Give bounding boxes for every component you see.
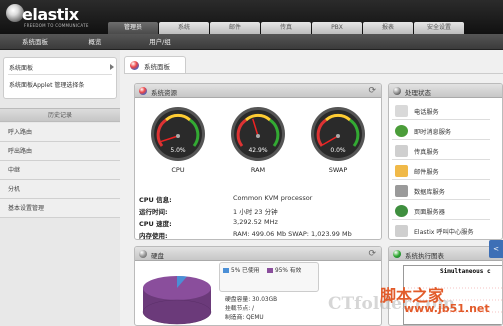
process-status-panel: 处理状态 电话服务 即时消息服务 传真服务 邮件服务 数据库服务 页面服务器 E… xyxy=(388,83,503,240)
panel-header: 硬盘 ⟳ xyxy=(135,247,381,261)
refresh-icon[interactable]: ⟳ xyxy=(368,249,376,259)
service-label: 即时消息服务 xyxy=(414,129,452,136)
ram-value: 42.9% xyxy=(248,147,267,154)
tab-admin[interactable]: 管理员 xyxy=(108,22,158,34)
uptime-key: 运行时间: xyxy=(139,208,168,216)
tab-fax[interactable]: 传真 xyxy=(261,22,311,34)
globe-icon xyxy=(395,205,408,217)
graph-title: Simultaneous c xyxy=(440,268,491,275)
quick-item-basic-settings[interactable]: 基本设置管理 xyxy=(0,199,120,218)
sub-navigation: 系统面板 概览 用户/组 xyxy=(0,34,503,50)
service-label: 传真服务 xyxy=(414,149,439,156)
panel-title: 处理状态 xyxy=(405,89,431,97)
panel-title: 系统执行图表 xyxy=(405,252,444,260)
headset-icon xyxy=(395,225,408,237)
mail-icon xyxy=(395,165,408,177)
subnav-overview[interactable]: 概览 xyxy=(75,34,115,50)
legend-free: 95% 有效 xyxy=(267,265,301,274)
service-im[interactable]: 即时消息服务 xyxy=(392,122,490,140)
cpu-info-key: CPU 信息: xyxy=(139,196,172,204)
subnav-users-groups[interactable]: 用户/组 xyxy=(135,34,185,50)
service-email[interactable]: 邮件服务 xyxy=(392,162,490,180)
database-icon xyxy=(395,185,408,197)
cpu-info-value: Common KVM processor xyxy=(233,194,313,202)
subnav-dashboard[interactable]: 系统面板 xyxy=(10,34,60,50)
page-tab[interactable]: 系统面板 xyxy=(124,56,186,73)
sidebar-item-dashboard[interactable]: 系统面板 xyxy=(9,63,33,72)
swap-label: SWAP xyxy=(328,166,348,174)
disk-usage-chart xyxy=(142,275,212,325)
refresh-icon[interactable]: ⟳ xyxy=(368,86,376,96)
chat-icon xyxy=(395,125,408,137)
quick-item-inbound[interactable]: 呼入路由 xyxy=(0,123,120,142)
tab-security[interactable]: 安全设置 xyxy=(414,22,464,34)
cpu-gauge: 5.0% xyxy=(151,107,205,161)
free-swatch xyxy=(267,268,273,273)
memory-key: 内存使用: xyxy=(139,232,168,240)
swap-value: 0.0% xyxy=(330,147,346,154)
service-web-server[interactable]: 页面服务器 xyxy=(392,202,490,220)
quick-item-extensions[interactable]: 分机 xyxy=(0,180,120,199)
cpu-label: CPU xyxy=(171,166,185,174)
swap-gauge: 0.0% xyxy=(311,107,365,161)
resources-icon xyxy=(139,87,147,95)
panel-title: 硬盘 xyxy=(151,252,164,260)
disk-mount: 挂载节点: / xyxy=(225,306,254,312)
service-label: 电话服务 xyxy=(414,109,439,116)
quick-item-outbound[interactable]: 呼出路由 xyxy=(0,142,120,161)
disk-panel: 硬盘 ⟳ 5% 已使用 95% 有效 硬盘容量: 30.03GB 挂载节点: /… xyxy=(134,246,382,326)
cpu-speed-key: CPU 速度: xyxy=(139,220,172,228)
main-tabs: 管理员 系统 邮件 传真 PBX 报表 安全设置 xyxy=(108,22,465,34)
used-swatch xyxy=(223,268,229,273)
service-label: 数据库服务 xyxy=(414,189,445,196)
side-toggle-button[interactable]: < xyxy=(489,240,503,258)
divider xyxy=(8,74,112,75)
panel-header: 系统执行图表 xyxy=(389,247,502,261)
logo-word: elastix xyxy=(22,5,79,24)
disk-capacity: 硬盘容量: 30.03GB xyxy=(225,297,278,303)
expand-arrow-icon[interactable] xyxy=(110,64,114,70)
panel-title: 系统资源 xyxy=(151,89,177,97)
tab-underline xyxy=(124,73,503,74)
panel-header: 处理状态 xyxy=(389,84,502,98)
dashboard-icon xyxy=(130,61,139,70)
page-tab-label: 系统面板 xyxy=(144,63,170,71)
graph-icon xyxy=(393,250,401,258)
logo-tagline: FREEDOM TO COMMUNICATE xyxy=(24,23,89,28)
disk-manufacturer: 制造商: QEMU xyxy=(225,315,264,321)
system-resources-panel: 系统资源 ⟳ 5.0% CPU 42.9% RAM 0.0% SWAP CPU … xyxy=(134,83,382,240)
uptime-value: 1 小时 23 分钟 xyxy=(233,208,278,216)
elastix-logo[interactable]: elastix FREEDOM TO COMMUNICATE xyxy=(6,3,96,31)
quick-item-trunks[interactable]: 中继 xyxy=(0,161,120,180)
cpu-value: 5.0% xyxy=(170,147,186,154)
legend-used: 5% 已使用 xyxy=(223,265,259,274)
service-fax[interactable]: 传真服务 xyxy=(392,142,490,160)
tab-system[interactable]: 系统 xyxy=(159,22,209,34)
top-bar: elastix FREEDOM TO COMMUNICATE 管理员 系统 邮件… xyxy=(0,0,503,34)
watermark-url: www.jb51.net xyxy=(404,302,490,315)
ram-label: RAM xyxy=(250,166,266,174)
service-database[interactable]: 数据库服务 xyxy=(392,182,490,200)
ram-gauge: 42.9% xyxy=(231,107,285,161)
panel-header: 系统资源 ⟳ xyxy=(135,84,381,98)
service-label: 页面服务器 xyxy=(414,209,445,216)
service-label: Elastix 呼叫中心服务 xyxy=(414,229,474,236)
process-icon xyxy=(393,87,401,95)
sidebar-menu-box: 系统面板 系统面板Applet 管理选择条 xyxy=(3,57,117,99)
tab-pbx[interactable]: PBX xyxy=(312,22,362,34)
service-call-center[interactable]: Elastix 呼叫中心服务 xyxy=(392,222,490,239)
tab-reports[interactable]: 报表 xyxy=(363,22,413,34)
service-label: 邮件服务 xyxy=(414,169,439,176)
tab-email[interactable]: 邮件 xyxy=(210,22,260,34)
service-telephony[interactable]: 电话服务 xyxy=(392,102,490,120)
history-header: 历史记录 xyxy=(0,108,120,122)
sidebar-item-applet-admin[interactable]: 系统面板Applet 管理选择条 xyxy=(9,80,84,89)
phone-icon xyxy=(395,105,408,117)
disk-icon xyxy=(139,250,147,258)
memory-value: RAM: 499.06 Mb SWAP: 1,023.99 Mb xyxy=(233,230,352,238)
cpu-speed-value: 3,292.52 MHz xyxy=(233,218,278,226)
fax-icon xyxy=(395,145,408,157)
